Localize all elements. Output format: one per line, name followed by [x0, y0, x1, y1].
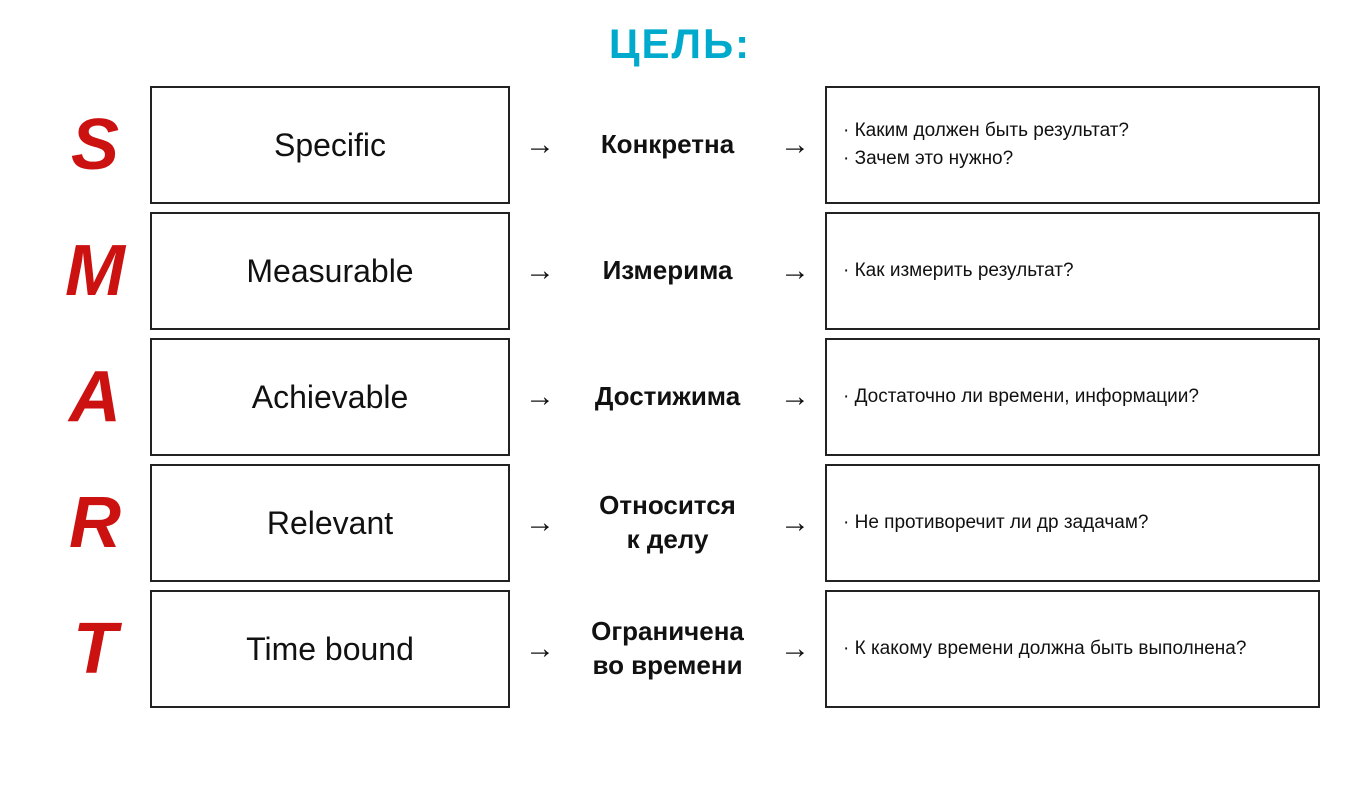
smart-letter-a: A — [40, 361, 150, 433]
smart-letter-s: S — [40, 109, 150, 181]
page-title: ЦЕЛЬ: — [609, 20, 751, 68]
english-term-4: Time bound — [150, 590, 510, 708]
arrow-1-1 — [510, 254, 570, 288]
description-box-2: · Достаточно ли времени, информации? — [825, 338, 1320, 456]
arrow-2-1 — [765, 254, 825, 288]
smart-letter-t: T — [40, 613, 150, 685]
arrow-2-0 — [765, 128, 825, 162]
description-box-1: · Как измерить результат? — [825, 212, 1320, 330]
russian-label-3: Относится к делу — [570, 489, 765, 557]
smart-row-r: RRelevant Относится к делу · Не противореч… — [40, 464, 1320, 582]
description-box-4: · К какому времени должна быть выполнена… — [825, 590, 1320, 708]
arrow-1-0 — [510, 128, 570, 162]
smart-grid: SSpecific Конкретна · Каким должен быть ре… — [40, 86, 1320, 708]
english-term-3: Relevant — [150, 464, 510, 582]
arrow-1-3 — [510, 506, 570, 540]
russian-label-1: Измерима — [570, 254, 765, 288]
smart-row-a: AAchievable Достижима · Достаточно ли врем… — [40, 338, 1320, 456]
english-term-0: Specific — [150, 86, 510, 204]
russian-label-4: Ограничена во времени — [570, 615, 765, 683]
english-term-1: Measurable — [150, 212, 510, 330]
smart-letter-m: M — [40, 235, 150, 307]
russian-label-2: Достижима — [570, 380, 765, 414]
smart-letter-r: R — [40, 487, 150, 559]
description-box-0: · Каким должен быть результат? · Зачем э… — [825, 86, 1320, 204]
arrow-1-2 — [510, 380, 570, 414]
smart-row-t: TTime bound Ограничена во времени · К како… — [40, 590, 1320, 708]
smart-row-m: MMeasurable Измерима · Как измерить резуль… — [40, 212, 1320, 330]
arrow-1-4 — [510, 632, 570, 666]
english-term-2: Achievable — [150, 338, 510, 456]
smart-row-s: SSpecific Конкретна · Каким должен быть ре… — [40, 86, 1320, 204]
arrow-2-2 — [765, 380, 825, 414]
description-box-3: · Не противоречит ли др задачам? — [825, 464, 1320, 582]
arrow-2-4 — [765, 632, 825, 666]
arrow-2-3 — [765, 506, 825, 540]
russian-label-0: Конкретна — [570, 128, 765, 162]
